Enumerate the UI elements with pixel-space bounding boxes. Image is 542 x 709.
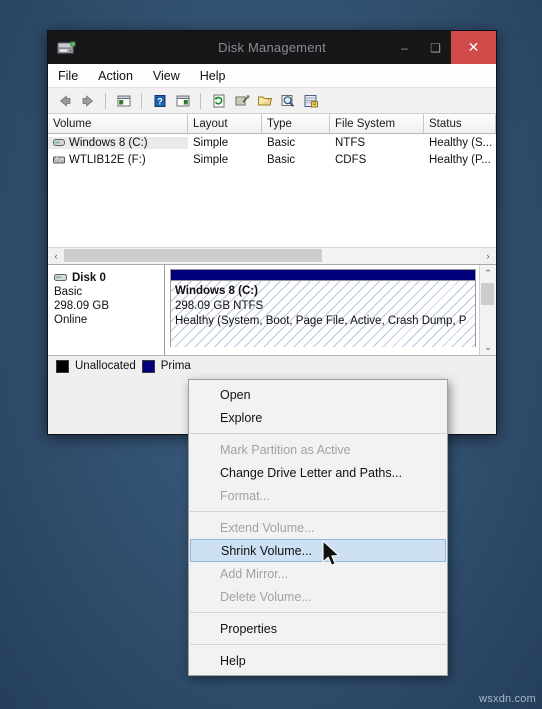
- show-hide-action-pane-icon[interactable]: [173, 92, 192, 110]
- partition-size: 298.09 GB NTFS: [175, 300, 264, 312]
- scroll-down-icon[interactable]: ⌄: [484, 339, 492, 355]
- menu-item-open[interactable]: Open: [189, 383, 447, 406]
- scroll-up-icon[interactable]: ⌃: [484, 265, 492, 281]
- disk-name: Disk 0: [72, 272, 106, 284]
- volume-list-pane: Volume Layout Type File System Status Wi…: [48, 114, 496, 264]
- cell-type: Basic: [267, 136, 296, 149]
- menu-help[interactable]: Help: [200, 69, 226, 83]
- disk-capacity: 298.09 GB: [54, 300, 109, 312]
- partition-label: Windows 8 (C:): [175, 285, 258, 297]
- cell-volume-text: WTLIB12E (F:): [69, 153, 146, 166]
- menu-file[interactable]: File: [58, 69, 78, 83]
- menu-action[interactable]: Action: [98, 69, 133, 83]
- disk-legend: Unallocated Prima: [48, 355, 496, 376]
- watermark: wsxdn.com: [479, 693, 536, 705]
- column-header-layout[interactable]: Layout: [188, 114, 262, 133]
- rescan-disks-icon[interactable]: [232, 92, 251, 110]
- minimize-button[interactable]: –: [389, 31, 420, 64]
- svg-text:?: ?: [157, 96, 163, 106]
- disk-icon: [54, 273, 68, 283]
- partition-details: Windows 8 (C:) 298.09 GB NTFS Healthy (S…: [171, 281, 475, 347]
- cell-volume: WTLIB12E (F:): [48, 154, 188, 166]
- refresh-icon[interactable]: [209, 92, 228, 110]
- disk-info-block[interactable]: Disk 0 Basic 298.09 GB Online: [48, 265, 165, 355]
- disk-type: Basic: [54, 286, 83, 298]
- cell-volume-text: Windows 8 (C:): [69, 136, 148, 149]
- scroll-left-icon[interactable]: ‹: [48, 248, 64, 264]
- maximize-button[interactable]: ❑: [420, 31, 451, 64]
- cell-status: Healthy (P...: [429, 153, 491, 166]
- legend-swatch-unallocated: [56, 359, 69, 373]
- menu-bar: File Action View Help: [48, 64, 496, 88]
- table-row[interactable]: WTLIB12E (F:) Simple Basic CDFS Healthy …: [48, 151, 496, 168]
- menu-item-mark-partition-as-active: Mark Partition as Active: [220, 442, 351, 457]
- close-button[interactable]: ✕: [451, 31, 496, 64]
- menu-item-delete-volume: Delete Volume...: [220, 589, 312, 604]
- volume-list-horizontal-scrollbar[interactable]: ‹ ›: [48, 247, 496, 264]
- table-row[interactable]: Windows 8 (C:) Simple Basic NTFS Healthy…: [48, 134, 496, 151]
- menu-item-format: Format...: [220, 488, 271, 503]
- menu-item-explore[interactable]: Explore: [189, 406, 447, 429]
- menu-view[interactable]: View: [153, 69, 180, 83]
- volume-list-header: Volume Layout Type File System Status: [48, 114, 496, 134]
- toolbar-separator: [141, 92, 142, 109]
- cell-type: Basic: [267, 153, 296, 166]
- hscroll-thumb[interactable]: [64, 249, 322, 262]
- disk-state: Online: [54, 314, 88, 326]
- legend-label-primary: Prima: [160, 360, 191, 372]
- column-header-file-system[interactable]: File System: [330, 114, 424, 133]
- cd-rom-volume-icon: [53, 154, 66, 165]
- back-arrow-icon[interactable]: [55, 92, 74, 110]
- cell-layout: Simple: [193, 153, 229, 166]
- menu-separator: [190, 511, 446, 512]
- hscroll-track[interactable]: [64, 248, 480, 264]
- disk-management-window: Disk Management – ❑ ✕ File Action View H…: [47, 30, 497, 435]
- menu-separator: [190, 612, 446, 613]
- toolbar-separator: [105, 92, 106, 109]
- menu-separator: [190, 644, 446, 645]
- menu-item-add-mirror: Add Mirror...: [220, 566, 289, 581]
- menu-item-change-drive-letter-and-paths[interactable]: Change Drive Letter and Paths...: [189, 461, 447, 484]
- forward-arrow-icon[interactable]: [78, 92, 97, 110]
- properties-search-icon[interactable]: [278, 92, 297, 110]
- menu-item-extend-volume: Extend Volume...: [220, 520, 315, 535]
- window-controls: – ❑ ✕: [389, 31, 496, 64]
- open-folder-icon[interactable]: [255, 92, 274, 110]
- show-hide-console-tree-icon[interactable]: [114, 92, 133, 110]
- vscroll-thumb[interactable]: [481, 283, 494, 305]
- partition-block[interactable]: Windows 8 (C:) 298.09 GB NTFS Healthy (S…: [170, 269, 476, 347]
- toolbar-separator: [200, 92, 201, 109]
- partition-status: Healthy (System, Boot, Page File, Active…: [175, 315, 467, 327]
- disk-properties-icon[interactable]: [301, 92, 320, 110]
- disk-pane-vertical-scrollbar[interactable]: ⌃ ⌄: [479, 265, 496, 355]
- column-header-volume[interactable]: Volume: [48, 114, 188, 133]
- help-icon[interactable]: ?: [150, 92, 169, 110]
- column-header-status[interactable]: Status: [424, 114, 496, 133]
- vscroll-track[interactable]: [480, 281, 496, 339]
- disk-graphical-pane: Disk 0 Basic 298.09 GB Online Windows 8 …: [48, 264, 496, 355]
- toolbar: ?: [48, 88, 496, 114]
- title-bar: Disk Management – ❑ ✕: [48, 31, 496, 64]
- cell-file-system: CDFS: [335, 153, 367, 166]
- cell-volume: Windows 8 (C:): [48, 136, 188, 149]
- menu-item-shrink-volume[interactable]: Shrink Volume...: [190, 539, 446, 562]
- partition-area: Windows 8 (C:) 298.09 GB NTFS Healthy (S…: [165, 265, 479, 355]
- disk-name-row: Disk 0: [54, 271, 164, 285]
- scroll-right-icon[interactable]: ›: [480, 248, 496, 264]
- column-header-type[interactable]: Type: [262, 114, 330, 133]
- disk-drive-icon: [55, 39, 77, 57]
- hard-disk-volume-icon: [53, 137, 66, 148]
- cell-status: Healthy (S...: [429, 136, 493, 149]
- cell-layout: Simple: [193, 136, 229, 149]
- cell-file-system: NTFS: [335, 136, 366, 149]
- partition-color-band: [171, 270, 475, 281]
- legend-label-unallocated: Unallocated: [75, 360, 136, 372]
- legend-swatch-primary: [141, 359, 155, 373]
- context-menu: Open Explore Mark Partition as Active Ch…: [188, 379, 448, 676]
- menu-separator: [190, 433, 446, 434]
- menu-item-help[interactable]: Help: [189, 649, 447, 672]
- menu-item-properties[interactable]: Properties: [189, 617, 447, 640]
